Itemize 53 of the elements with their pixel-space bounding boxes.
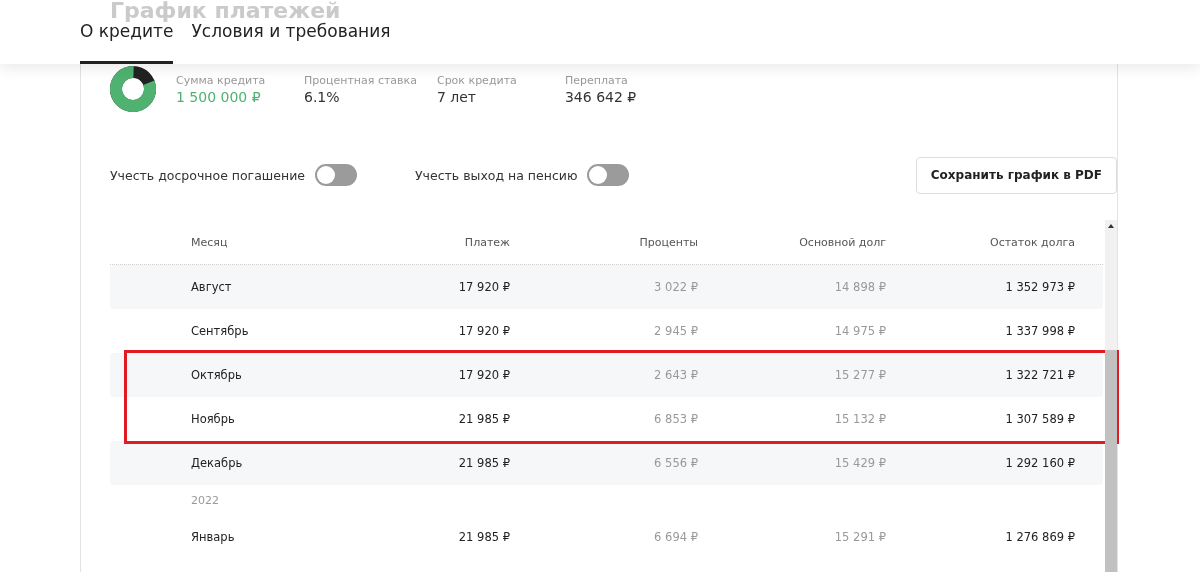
table-cell-text: Август (191, 280, 233, 294)
stat-label: Переплата (564, 73, 629, 87)
column-header: Остаток долга (988, 235, 1075, 249)
table-cell-text: 17 920 ₽ (457, 324, 510, 338)
stat-label: Сумма кредита (176, 73, 267, 87)
stat-value: 346 642 ₽ (564, 88, 638, 105)
table-cell-text: 3 022 ₽ (653, 280, 698, 294)
stat-label: Срок кредита (436, 73, 518, 87)
column-header: Основной долг (798, 235, 886, 249)
table-cell-text: 21 985 ₽ (457, 412, 510, 426)
table-cell-text: Сентябрь (191, 324, 250, 338)
tab[interactable]: Условия и требования (191, 21, 391, 64)
table-cell-text: 17 920 ₽ (457, 368, 510, 382)
table-cell-text: 1 322 721 ₽ (1004, 368, 1075, 382)
table-cell-text: 15 132 ₽ (833, 412, 886, 426)
column-header: Месяц (191, 235, 229, 249)
table-cell-text: 15 429 ₽ (833, 456, 886, 470)
table-cell-text: 6 556 ₽ (653, 456, 698, 470)
column-header: Платеж (463, 235, 510, 249)
table-cell-text: 15 291 ₽ (833, 530, 886, 544)
table-cell-text: 1 337 998 ₽ (1004, 324, 1075, 338)
toggle-switch[interactable] (314, 164, 357, 186)
table-cell-text: 14 975 ₽ (833, 324, 886, 338)
table-cell-text: 2 945 ₽ (653, 324, 698, 338)
table-cell-text: 2 643 ₽ (653, 368, 698, 382)
toggle-label: Учесть выход на пенсию (414, 167, 578, 183)
stat-value: 1 500 000 ₽ (176, 88, 262, 105)
table-cell-text: 15 277 ₽ (833, 368, 886, 382)
table-cell-text: 1 276 869 ₽ (1004, 530, 1075, 544)
year-label: 2022 (191, 493, 219, 507)
stat-value: 6.1% (304, 88, 341, 105)
table-cell-text: 21 985 ₽ (457, 530, 510, 544)
tab[interactable]: О кредите (80, 21, 174, 64)
table-cell-text: Январь (191, 530, 236, 544)
table-cell-text: Декабрь (191, 456, 244, 470)
table-cell-text: 1 307 589 ₽ (1004, 412, 1075, 426)
table-cell-text: 14 898 ₽ (833, 280, 886, 294)
table-cell-text: Октябрь (191, 368, 243, 382)
scrollbar[interactable] (1105, 220, 1117, 572)
save-pdf-button[interactable]: Сохранить график в PDF (915, 156, 1117, 194)
donut-chart-icon (110, 66, 156, 112)
table-cell-text: 21 985 ₽ (457, 456, 510, 470)
column-header: Проценты (638, 235, 698, 249)
toggle-switch[interactable] (587, 164, 630, 186)
table-cell-text: 1 292 160 ₽ (1004, 456, 1075, 470)
stat-value: 7 лет (436, 88, 478, 105)
stat-label: Процентная ставка (304, 73, 417, 87)
table-cell-text: 6 853 ₽ (653, 412, 698, 426)
toggle-label: Учесть досрочное погашение (110, 167, 305, 183)
table-cell-text: Ноябрь (191, 412, 236, 426)
table-cell-text: 1 352 973 ₽ (1004, 280, 1075, 294)
table-cell-text: 6 694 ₽ (653, 530, 698, 544)
table-cell-text: 17 920 ₽ (457, 280, 510, 294)
